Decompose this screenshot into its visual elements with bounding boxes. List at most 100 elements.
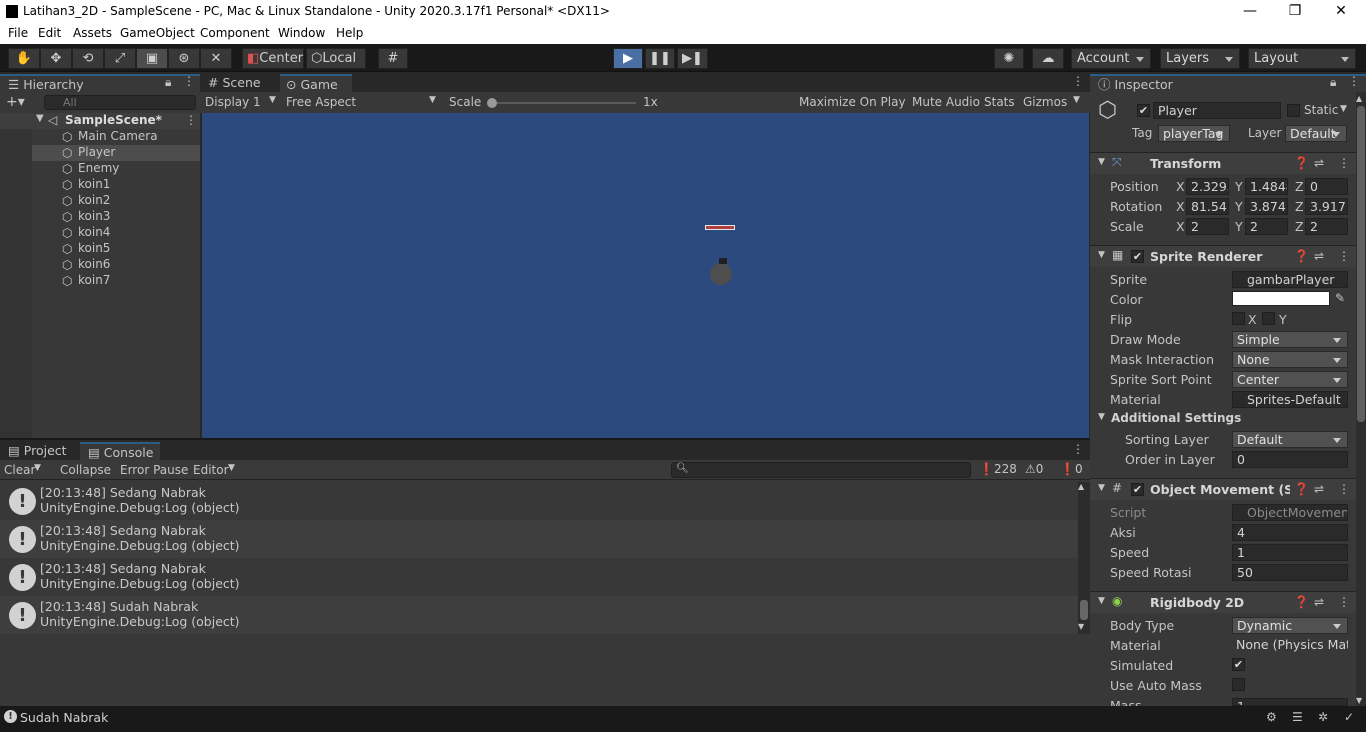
- mask-interaction-dropdown[interactable]: None: [1232, 351, 1348, 368]
- hierarchy-item[interactable]: ⬡ koin6: [32, 257, 200, 273]
- order-in-layer-field[interactable]: 0: [1232, 451, 1348, 468]
- sprite-field[interactable]: gambarPlayer: [1232, 271, 1348, 288]
- progress-icon[interactable]: ✓: [1344, 710, 1354, 724]
- hierarchy-search-input[interactable]: All: [44, 95, 196, 110]
- log-count-toggle[interactable]: ❗228: [979, 462, 1017, 476]
- inspector-scrollbar[interactable]: ▲ ▼: [1356, 92, 1366, 706]
- close-button[interactable]: ✕: [1326, 2, 1356, 22]
- error-count-toggle[interactable]: ❗0: [1060, 462, 1083, 476]
- console-scrollbar[interactable]: ▲ ▼: [1078, 482, 1090, 634]
- speed-field[interactable]: 1: [1232, 544, 1348, 561]
- expand-arrow-icon[interactable]: ▼: [1098, 250, 1105, 260]
- console-message[interactable]: ! [20:13:48] Sedang Nabrak UnityEngine.Deb…: [0, 520, 1078, 558]
- clear-button[interactable]: Clear: [4, 463, 35, 477]
- console-menu-icon[interactable]: ⋮: [1072, 442, 1084, 456]
- hierarchy-item[interactable]: ⬡ Player: [32, 145, 200, 161]
- clear-dropdown-icon[interactable]: ▼: [34, 463, 41, 473]
- static-checkbox[interactable]: [1287, 104, 1300, 117]
- gizmos-dropdown-icon[interactable]: ▼: [1073, 95, 1080, 105]
- cache-icon[interactable]: ☰: [1292, 710, 1303, 724]
- console-message[interactable]: ! [20:13:48] Sedang Nabrak UnityEngine.Deb…: [0, 558, 1078, 596]
- gameobject-name-field[interactable]: Player: [1153, 102, 1281, 119]
- flip-x-checkbox[interactable]: [1232, 312, 1245, 325]
- gizmos-toggle[interactable]: Gizmos: [1023, 95, 1067, 109]
- custom-tool-icon[interactable]: ✕: [200, 48, 232, 69]
- console-search-input[interactable]: 🔍︎: [671, 462, 971, 478]
- use-auto-mass-checkbox[interactable]: [1232, 678, 1245, 691]
- simulated-checkbox[interactable]: ✔: [1232, 658, 1245, 671]
- component-menu-icon[interactable]: ⋮: [1338, 249, 1350, 263]
- help-icon[interactable]: ❓: [1294, 482, 1309, 496]
- rb-material-field[interactable]: None (Physics Material 2D): [1232, 637, 1348, 654]
- hierarchy-item[interactable]: ⬡ Enemy: [32, 161, 200, 177]
- help-icon[interactable]: ❓: [1294, 249, 1309, 263]
- console-scroll-thumb[interactable]: [1080, 600, 1088, 620]
- account-dropdown[interactable]: Account: [1071, 48, 1151, 69]
- hierarchy-item[interactable]: ⬡ koin1: [32, 177, 200, 193]
- preset-icon[interactable]: ⇌: [1314, 156, 1324, 170]
- layout-dropdown[interactable]: Layout: [1248, 48, 1356, 69]
- eyedropper-icon[interactable]: ✎: [1335, 291, 1345, 305]
- rotation-y-field[interactable]: 3.874: [1245, 198, 1288, 215]
- game-menu-icon[interactable]: ⋮: [1072, 74, 1084, 88]
- more-icon[interactable]: ⋮: [1348, 74, 1360, 88]
- maximize-on-play-toggle[interactable]: Maximize On Play: [799, 95, 906, 109]
- layer-dropdown[interactable]: Default: [1285, 125, 1347, 142]
- restore-button[interactable]: ❐: [1280, 2, 1310, 22]
- sprite-sort-point-dropdown[interactable]: Center: [1232, 371, 1348, 388]
- rotation-x-field[interactable]: 81.541: [1186, 198, 1229, 215]
- scale-y-field[interactable]: 2: [1245, 218, 1288, 235]
- move-tool-icon[interactable]: ✥: [40, 48, 72, 69]
- rigidbody-header[interactable]: ▼ ◉ Rigidbody 2D ❓ ⇌ ⋮: [1090, 591, 1356, 613]
- menu-component[interactable]: Component: [200, 26, 270, 40]
- draw-mode-dropdown[interactable]: Simple: [1232, 331, 1348, 348]
- pause-button[interactable]: ❚❚: [645, 48, 675, 69]
- preset-icon[interactable]: ⇌: [1314, 595, 1324, 609]
- rotation-z-field[interactable]: 3.917: [1305, 198, 1348, 215]
- scroll-down-icon[interactable]: ▼: [1356, 696, 1362, 705]
- grid-snap-icon[interactable]: #: [378, 48, 408, 69]
- space-toggle[interactable]: ⬡Local: [306, 48, 366, 69]
- layers-dropdown[interactable]: Layers: [1160, 48, 1240, 69]
- material-field[interactable]: Sprites-Default: [1232, 391, 1348, 408]
- error-pause-toggle[interactable]: Error Pause: [120, 463, 188, 477]
- menu-gameobject[interactable]: GameObject: [120, 26, 195, 40]
- scroll-down-icon[interactable]: ▼: [1078, 622, 1084, 631]
- pivot-toggle[interactable]: ◧Center: [242, 48, 304, 69]
- tag-dropdown[interactable]: playerTag: [1158, 125, 1230, 142]
- help-icon[interactable]: ❓: [1294, 156, 1309, 170]
- transform-tool-icon[interactable]: ⊛: [168, 48, 200, 69]
- additional-settings-foldout[interactable]: Additional Settings: [1111, 411, 1241, 425]
- menu-window[interactable]: Window: [278, 26, 325, 40]
- more-icon[interactable]: ⋮: [183, 74, 195, 88]
- color-swatch[interactable]: [1232, 291, 1330, 306]
- warning-count-toggle[interactable]: ⚠0: [1025, 462, 1043, 476]
- transform-header[interactable]: ▼ ⤧ Transform ❓ ⇌ ⋮: [1090, 152, 1356, 174]
- scroll-up-icon[interactable]: ▲: [1078, 482, 1084, 491]
- collab-icon[interactable]: ✺: [994, 48, 1024, 69]
- tab-scene[interactable]: # Scene: [200, 74, 280, 92]
- stats-toggle[interactable]: Stats: [984, 95, 1015, 109]
- menu-help[interactable]: Help: [336, 26, 363, 40]
- hierarchy-item[interactable]: ⬡ koin3: [32, 209, 200, 225]
- expand-arrow-icon[interactable]: ▼: [36, 113, 44, 124]
- lighting-icon[interactable]: ⚙: [1266, 710, 1277, 724]
- mute-audio-toggle[interactable]: Mute Audio: [912, 95, 980, 109]
- aspect-dropdown[interactable]: Free Aspect ▼: [286, 95, 440, 109]
- object-movement-header[interactable]: ▼ # ✔ Object Movement (Script) ❓ ⇌ ⋮: [1090, 478, 1356, 500]
- expand-arrow-icon[interactable]: ▼: [1098, 412, 1105, 422]
- position-z-field[interactable]: 0: [1305, 178, 1348, 195]
- active-checkbox[interactable]: ✔: [1137, 104, 1150, 117]
- object-movement-enabled-checkbox[interactable]: ✔: [1131, 483, 1144, 496]
- scene-menu-icon[interactable]: ⋮: [185, 113, 197, 127]
- menu-file[interactable]: File: [8, 26, 28, 40]
- scale-slider-handle[interactable]: [487, 98, 497, 108]
- component-menu-icon[interactable]: ⋮: [1338, 156, 1350, 170]
- hierarchy-item[interactable]: ⬡ koin5: [32, 241, 200, 257]
- inspector-scroll-thumb[interactable]: [1357, 106, 1365, 422]
- hierarchy-item[interactable]: ⬡ koin7: [32, 273, 200, 289]
- sprite-renderer-header[interactable]: ▼ ▦ ✔ Sprite Renderer ❓ ⇌ ⋮: [1090, 245, 1356, 267]
- console-message[interactable]: ! [20:13:48] Sedang Nabrak UnityEngine.Deb…: [0, 482, 1078, 520]
- scene-row[interactable]: ▼ ◁ SampleScene* ⋮: [0, 113, 200, 129]
- rect-tool-icon[interactable]: ▣: [136, 48, 168, 69]
